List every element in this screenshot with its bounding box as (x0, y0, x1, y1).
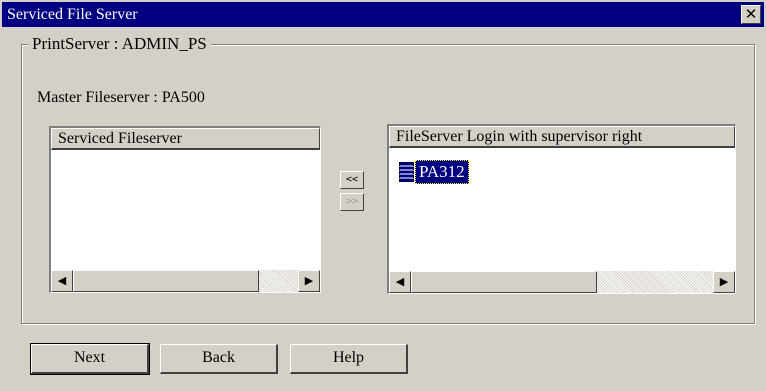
title-bar: Serviced File Server ✕ (2, 2, 764, 27)
scroll-left-icon[interactable]: ◀ (51, 270, 73, 292)
left-scroll-thumb[interactable] (73, 270, 259, 292)
fileserver-login-header[interactable]: FileServer Login with supervisor right (389, 126, 735, 148)
next-button[interactable]: Next (30, 343, 150, 375)
server-icon (399, 162, 414, 182)
right-scroll-thumb[interactable] (411, 271, 597, 293)
scroll-left-icon[interactable]: ◀ (389, 271, 411, 293)
group-legend: PrintServer : ADMIN_PS (28, 34, 211, 54)
master-fileserver-label: Master Fileserver : PA500 (37, 89, 205, 106)
add-server-button[interactable]: << (340, 171, 364, 189)
scroll-right-icon[interactable]: ▶ (298, 270, 320, 292)
remove-server-button[interactable]: >> (340, 193, 364, 211)
serviced-fileserver-header[interactable]: Serviced Fileserver (51, 128, 320, 150)
right-horizontal-scrollbar[interactable]: ◀ ▶ (389, 271, 735, 293)
serviced-file-server-dialog: Serviced File Server ✕ PrintServer : ADM… (0, 0, 766, 391)
left-horizontal-scrollbar[interactable]: ◀ ▶ (51, 270, 320, 292)
help-button[interactable]: Help (290, 344, 408, 374)
list-item-pa312[interactable]: PA312 (399, 160, 469, 184)
scroll-right-icon[interactable]: ▶ (713, 271, 735, 293)
serviced-fileserver-list[interactable]: Serviced Fileserver ◀ ▶ (49, 126, 321, 293)
list-item-label: PA312 (415, 160, 469, 184)
close-button[interactable]: ✕ (741, 5, 761, 24)
fileserver-login-list[interactable]: FileServer Login with supervisor right P… (387, 124, 736, 294)
window-title: Serviced File Server (7, 6, 138, 23)
back-button[interactable]: Back (160, 344, 278, 374)
